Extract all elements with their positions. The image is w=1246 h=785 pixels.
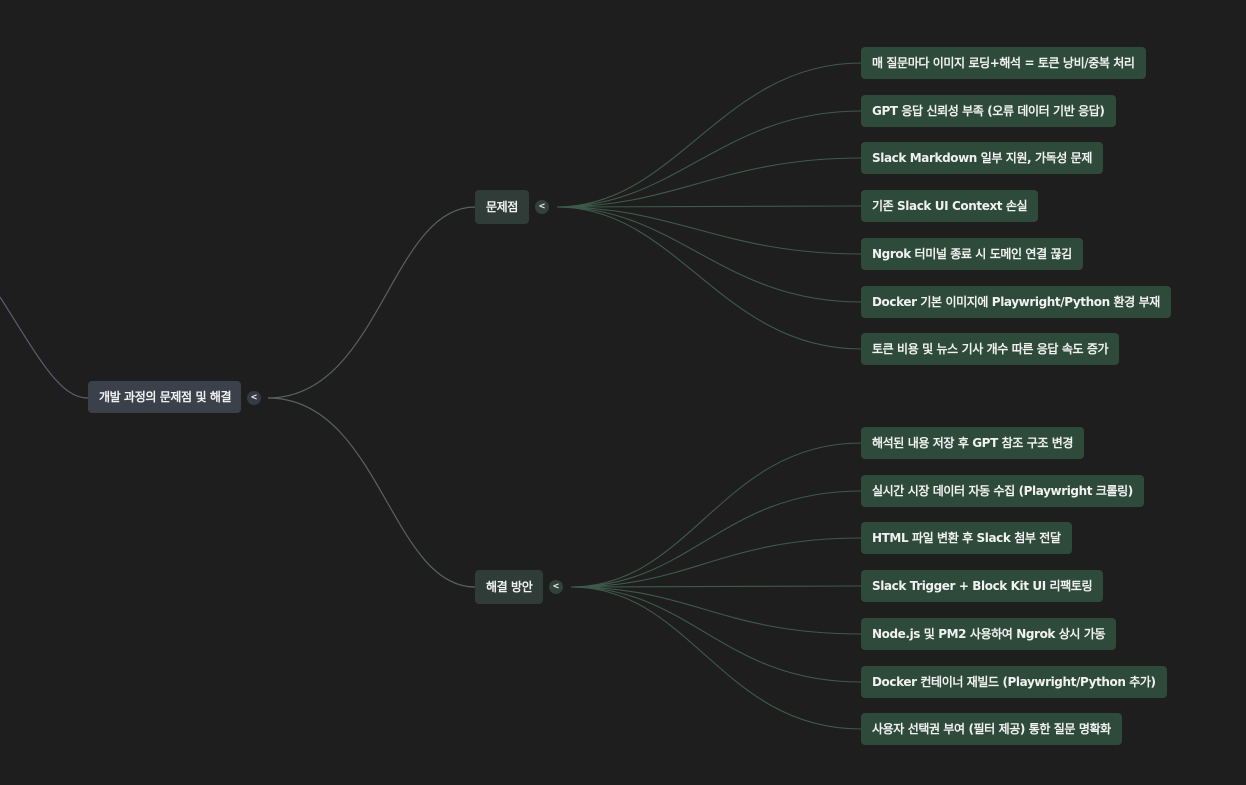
problem-edge-4 [556,205,862,208]
solution-item-6[interactable]: Docker 컨테이너 재빌드 (Playwright/Python 추가) [861,666,1167,698]
solution-edge-2 [570,490,862,588]
solution-edge-7 [570,586,862,730]
solution-item-5[interactable]: Node.js 및 PM2 사용하여 Ngrok 상시 가동 [861,618,1117,650]
problem-item-3[interactable]: Slack Markdown 일부 지원, 가독성 문제 [861,142,1103,174]
problem-edge-2 [556,110,862,208]
problem-item-5[interactable]: Ngrok 터미널 종료 시 도메인 연결 끊김 [861,238,1083,270]
edge-parent-root [0,296,89,399]
problem-item-4[interactable]: 기존 Slack UI Context 손실 [861,190,1039,222]
problem-edge-7 [556,206,862,350]
solution-edge-4 [570,585,862,588]
problem-edge-6 [556,206,862,303]
branch-node-solutions[interactable]: 해결 방안 [475,570,543,604]
solution-edge-6 [570,586,862,683]
edges-problems [556,62,862,350]
root-node[interactable]: 개발 과정의 문제점 및 해결 [88,381,241,413]
solution-item-4[interactable]: Slack Trigger + Block Kit UI 리팩토링 [861,570,1104,602]
problem-item-1[interactable]: 매 질문마다 이미지 로딩+해석 = 토큰 낭비/중복 처리 [861,47,1146,79]
edge-root-problems [267,206,476,399]
solution-edge-1 [570,442,862,588]
solutions-collapse-toggle[interactable]: < [549,580,563,594]
problem-item-7[interactable]: 토큰 비용 및 뉴스 기사 개수 따른 응답 속도 증가 [861,333,1120,365]
edges-solutions [570,442,862,730]
root-collapse-toggle[interactable]: < [247,391,261,405]
problem-item-6[interactable]: Docker 기본 이미지에 Playwright/Python 환경 부재 [861,286,1171,318]
solution-item-2[interactable]: 실시간 시장 데이터 자동 수집 (Playwright 크롤링) [861,475,1144,507]
problems-collapse-toggle[interactable]: < [535,200,549,214]
edge-root-solutions [267,397,476,588]
solution-item-1[interactable]: 해석된 내용 저장 후 GPT 참조 구조 변경 [861,427,1085,459]
solution-item-7[interactable]: 사용자 선택권 부여 (필터 제공) 통한 질문 명확화 [861,713,1122,745]
branch-node-problems[interactable]: 문제점 [475,190,529,224]
problem-edge-1 [556,62,862,208]
problem-item-2[interactable]: GPT 응답 신뢰성 부족 (오류 데이터 기반 응답) [861,95,1116,127]
solution-item-3[interactable]: HTML 파일 변환 후 Slack 첨부 전달 [861,522,1072,554]
